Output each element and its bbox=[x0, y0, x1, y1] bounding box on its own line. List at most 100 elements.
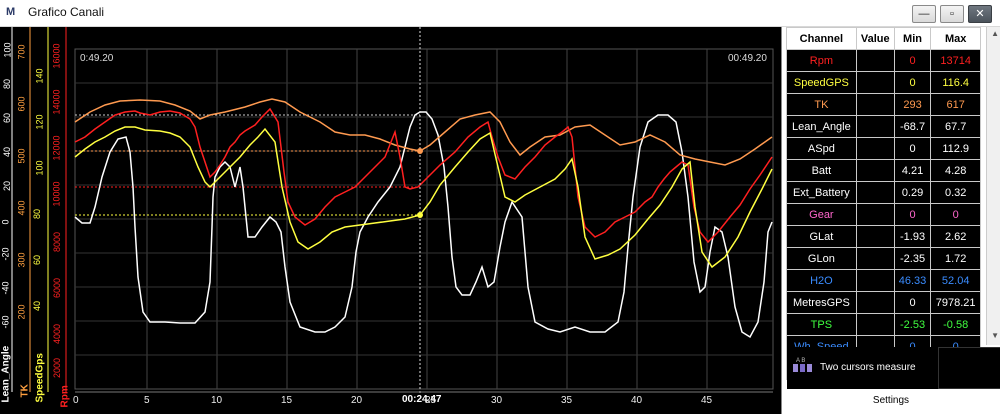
channel-value bbox=[855, 269, 895, 292]
speed-axis-ticks: 140 120 100 80 60 40 bbox=[32, 68, 45, 312]
x-tick: 35 bbox=[561, 395, 573, 406]
scroll-down-icon[interactable]: ▼ bbox=[991, 331, 999, 340]
channel-chart[interactable]: 0:49.20 00:49.20 00:24.47 0 5 10 15 20 2… bbox=[0, 27, 781, 414]
channel-min: -2.53 bbox=[893, 313, 932, 336]
channel-name: GLon bbox=[786, 247, 857, 270]
rpm-trace bbox=[74, 107, 773, 244]
rpm-axis-label: Rpm bbox=[59, 385, 71, 408]
channel-max: 52.04 bbox=[930, 269, 981, 292]
channel-name: Gear bbox=[786, 203, 857, 226]
channel-row[interactable]: Batt 4.21 4.28 bbox=[786, 159, 981, 182]
col-max[interactable]: Max bbox=[930, 27, 981, 50]
channel-table: Channel Value Min Max Rpm 0 13714 SpeedGPS 0… bbox=[786, 27, 981, 380]
x-tick: 15 bbox=[281, 395, 293, 406]
channel-min: 0 bbox=[893, 71, 932, 94]
channel-value bbox=[855, 225, 895, 248]
lean-angle-trace bbox=[74, 111, 773, 339]
channel-row[interactable]: H2O 46.33 52.04 bbox=[786, 269, 981, 292]
channel-row[interactable]: MetresGPS 0 7978.21 bbox=[786, 291, 981, 314]
channel-max: 0 bbox=[930, 203, 981, 226]
col-min[interactable]: Min bbox=[893, 27, 932, 50]
channel-max: 1.72 bbox=[930, 247, 981, 270]
channel-min: 0 bbox=[893, 49, 932, 72]
channel-min: -68.7 bbox=[893, 115, 932, 138]
x-tick: 45 bbox=[701, 395, 713, 406]
tk-axis-ticks: 700 600 500 400 300 200 bbox=[16, 44, 27, 320]
channel-name: ASpd bbox=[786, 137, 857, 160]
table-scrollbar[interactable]: ▲ ▼ bbox=[986, 27, 1000, 345]
lean-angle-axis-ticks: 100 80 60 40 20 0 -20 -40 -60 bbox=[0, 42, 13, 329]
x-tick: 30 bbox=[491, 395, 503, 406]
x-tick: 25 bbox=[425, 395, 437, 406]
channel-max: 4.28 bbox=[930, 159, 981, 182]
channel-row[interactable]: GLat -1.93 2.62 bbox=[786, 225, 981, 248]
channel-max: 112.9 bbox=[930, 137, 981, 160]
rpm-axis-ticks: 16000 14000 12000 10000 8000 6000 4000 2… bbox=[51, 43, 63, 379]
channel-max: 617 bbox=[930, 93, 981, 116]
channel-min: -2.35 bbox=[893, 247, 932, 270]
minimize-button[interactable]: — bbox=[912, 5, 936, 23]
channel-max: 0.32 bbox=[930, 181, 981, 204]
channel-name: Batt bbox=[786, 159, 857, 182]
measure-label: Two cursors measure bbox=[820, 362, 916, 373]
channel-name: GLat bbox=[786, 225, 857, 248]
x-tick-labels: 0 5 10 15 20 25 30 35 40 45 bbox=[0, 395, 781, 409]
window-title: Grafico Canali bbox=[28, 5, 105, 19]
channel-row[interactable]: SpeedGPS 0 116.4 bbox=[786, 71, 981, 94]
app-logo-icon: M bbox=[6, 6, 16, 18]
channel-max: -0.58 bbox=[930, 313, 981, 336]
chart-svg bbox=[11, 27, 774, 395]
channel-row[interactable]: TK 293 617 bbox=[786, 93, 981, 116]
channel-value bbox=[855, 71, 895, 94]
channel-row[interactable]: Gear 0 0 bbox=[786, 203, 981, 226]
channel-min: 0 bbox=[893, 291, 932, 314]
settings-button[interactable]: Settings bbox=[786, 391, 996, 411]
cursors-measure-icon: A B bbox=[793, 358, 812, 372]
channel-value bbox=[855, 49, 895, 72]
col-value[interactable]: Value bbox=[855, 27, 895, 50]
channel-max: 13714 bbox=[930, 49, 981, 72]
channel-row[interactable]: Rpm 0 13714 bbox=[786, 49, 981, 72]
channel-max: 2.62 bbox=[930, 225, 981, 248]
channel-row[interactable]: ASpd 0 112.9 bbox=[786, 137, 981, 160]
scroll-up-icon[interactable]: ▲ bbox=[991, 29, 999, 38]
channel-name: Ext_Battery bbox=[786, 181, 857, 204]
channel-row[interactable]: GLon -2.35 1.72 bbox=[786, 247, 981, 270]
two-cursors-measure-button[interactable]: A B Two cursors measure bbox=[787, 347, 939, 389]
channel-name: TK bbox=[786, 93, 857, 116]
channel-row[interactable]: TPS -2.53 -0.58 bbox=[786, 313, 981, 336]
x-tick: 10 bbox=[211, 395, 223, 406]
tk-trace bbox=[74, 98, 773, 166]
channel-row[interactable]: Ext_Battery 0.29 0.32 bbox=[786, 181, 981, 204]
channel-value bbox=[855, 93, 895, 116]
channel-min: 46.33 bbox=[893, 269, 932, 292]
measure-result-panel bbox=[938, 347, 1000, 389]
x-tick: 0 bbox=[73, 395, 79, 406]
channel-value bbox=[855, 137, 895, 160]
close-button[interactable]: ✕ bbox=[968, 5, 992, 23]
lean-angle-axis-label: Lean_Angle bbox=[0, 345, 12, 403]
x-tick: 5 bbox=[144, 395, 150, 406]
channel-name: H2O bbox=[786, 269, 857, 292]
channel-name: TPS bbox=[786, 313, 857, 336]
title-bar: M Grafico Canali — ▫ ✕ bbox=[0, 0, 1000, 27]
tk-axis-label: TK bbox=[19, 384, 31, 398]
channel-value bbox=[855, 247, 895, 270]
channel-row[interactable]: Lean_Angle -68.7 67.7 bbox=[786, 115, 981, 138]
channel-min: 0 bbox=[893, 137, 932, 160]
channel-table-header: Channel Value Min Max bbox=[786, 27, 981, 50]
cursor-dot-tk bbox=[417, 148, 423, 154]
channel-name: MetresGPS bbox=[786, 291, 857, 314]
x-tick: 40 bbox=[631, 395, 643, 406]
cursor-dot-speed bbox=[417, 212, 423, 218]
speed-axis-label: SpeedGps bbox=[34, 353, 46, 403]
time-right-label: 00:49.20 bbox=[728, 53, 767, 64]
restore-button[interactable]: ▫ bbox=[940, 5, 964, 23]
col-channel[interactable]: Channel bbox=[786, 27, 857, 50]
channel-value bbox=[855, 203, 895, 226]
time-left-label: 0:49.20 bbox=[80, 53, 114, 64]
channel-max: 116.4 bbox=[930, 71, 981, 94]
channel-name: Lean_Angle bbox=[786, 115, 857, 138]
speed-trace bbox=[74, 126, 773, 269]
channel-max: 7978.21 bbox=[930, 291, 981, 314]
